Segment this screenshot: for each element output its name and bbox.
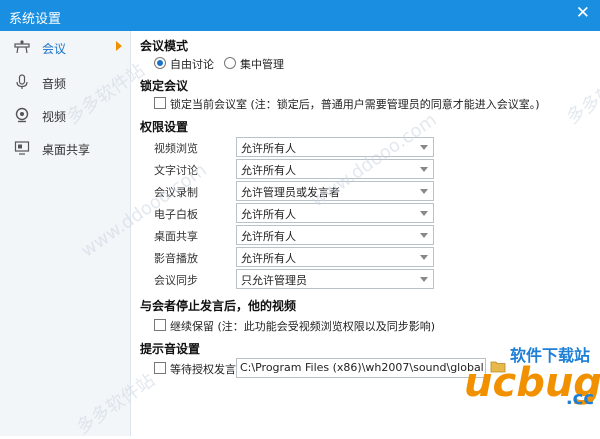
sidebar-item-meeting[interactable]: 会议 bbox=[0, 33, 130, 61]
permission-select-media-play[interactable]: 允许所有人 bbox=[236, 247, 434, 267]
section-title-sound: 提示音设置 bbox=[140, 342, 201, 356]
chevron-down-icon bbox=[420, 167, 428, 172]
chevron-down-icon bbox=[420, 233, 428, 238]
microphone-icon bbox=[16, 74, 28, 89]
radio-free-discussion[interactable] bbox=[154, 57, 166, 69]
wait-auth-checkbox[interactable] bbox=[154, 362, 166, 374]
desktop-share-icon bbox=[14, 141, 30, 155]
active-arrow-icon bbox=[116, 41, 122, 51]
permission-label: 视频浏览 bbox=[154, 142, 198, 155]
close-icon[interactable]: ✕ bbox=[576, 5, 590, 22]
radio-label: 集中管理 bbox=[240, 58, 284, 71]
section-title-after-stop: 与会者停止发言后，他的视频 bbox=[140, 299, 297, 313]
radio-label: 自由讨论 bbox=[170, 58, 214, 71]
permission-select-sync[interactable]: 只允许管理员 bbox=[236, 269, 434, 289]
select-value: 允许所有人 bbox=[241, 252, 296, 265]
select-value: 允许所有人 bbox=[241, 230, 296, 243]
sound-path-value: C:\Program Files (x86)\wh2007\sound\glob… bbox=[240, 361, 486, 374]
permission-label: 影音播放 bbox=[154, 252, 198, 265]
sidebar-item-label: 会议 bbox=[42, 42, 67, 56]
keep-video-checkbox[interactable] bbox=[154, 319, 166, 331]
permission-label: 桌面共享 bbox=[154, 230, 198, 243]
section-title-lock-meeting: 锁定会议 bbox=[140, 79, 189, 93]
permission-select-whiteboard[interactable]: 允许所有人 bbox=[236, 203, 434, 223]
webcam-icon bbox=[15, 107, 29, 123]
watermark-text: 多多软件站 bbox=[562, 59, 600, 129]
lock-meeting-checkbox[interactable] bbox=[154, 97, 166, 109]
sidebar-item-desktop-share[interactable]: 桌面共享 bbox=[0, 134, 130, 162]
checkbox-label: 等待授权发言 bbox=[170, 363, 236, 376]
sidebar-item-label: 音频 bbox=[42, 77, 67, 91]
select-value: 允许所有人 bbox=[241, 208, 296, 221]
title-bar: 系统设置 ✕ bbox=[0, 0, 600, 31]
chevron-down-icon bbox=[420, 255, 428, 260]
chevron-down-icon bbox=[420, 211, 428, 216]
brand-watermark: 软件下载站 ucbug .cc bbox=[464, 340, 600, 430]
sidebar-item-label: 桌面共享 bbox=[42, 143, 91, 157]
chevron-down-icon bbox=[420, 277, 428, 282]
checkbox-label: 锁定当前会议室 (注：锁定后，普通用户需要管理员的同意才能进入会议室。) bbox=[170, 98, 540, 111]
section-title-permissions: 权限设置 bbox=[140, 120, 189, 134]
checkbox-label: 继续保留 (注：此功能会受视频浏览权限以及同步影响) bbox=[170, 320, 436, 333]
meeting-icon bbox=[14, 40, 30, 54]
permission-select-desktop-share[interactable]: 允许所有人 bbox=[236, 225, 434, 245]
chevron-down-icon bbox=[420, 189, 428, 194]
section-title-meeting-mode: 会议模式 bbox=[140, 39, 189, 53]
sound-path-input[interactable]: C:\Program Files (x86)\wh2007\sound\glob… bbox=[236, 358, 486, 378]
radio-centralized[interactable] bbox=[224, 57, 236, 69]
select-value: 允许所有人 bbox=[241, 164, 296, 177]
window-title: 系统设置 bbox=[9, 12, 62, 27]
chevron-down-icon bbox=[420, 145, 428, 150]
brand-suffix-text: .cc bbox=[565, 388, 594, 409]
permission-label: 会议同步 bbox=[154, 274, 198, 287]
select-value: 只允许管理员 bbox=[241, 274, 307, 287]
select-value: 允许所有人 bbox=[241, 142, 296, 155]
